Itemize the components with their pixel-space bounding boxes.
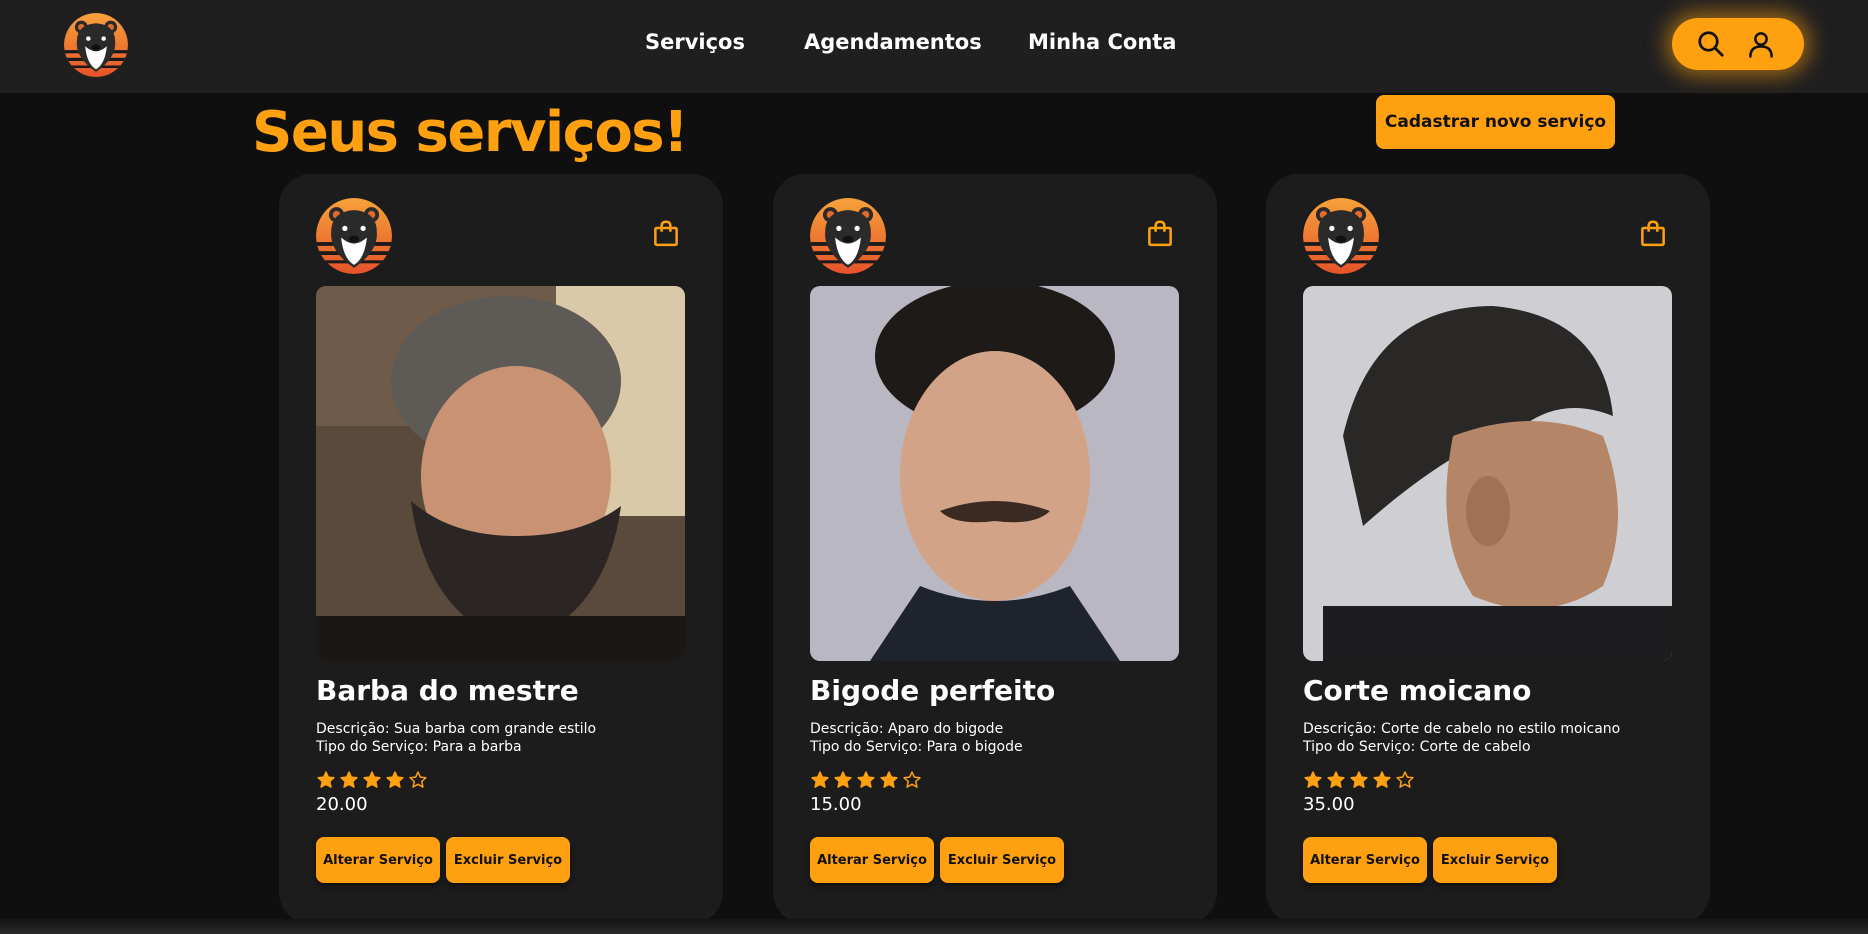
service-type: Tipo do Serviço: Para o bigode	[810, 739, 1023, 755]
search-icon[interactable]	[1696, 29, 1726, 59]
star-filled-icon	[857, 771, 875, 788]
navbar: Serviços Agendamentos Minha Conta	[0, 0, 1868, 93]
service-photo-beard	[316, 286, 685, 661]
bear-logo	[810, 198, 886, 274]
star-filled-icon	[834, 771, 852, 788]
star-filled-icon	[386, 771, 404, 788]
service-type: Tipo do Serviço: Para a barba	[316, 739, 522, 755]
service-description: Descrição: Corte de cabelo no estilo moi…	[1303, 721, 1621, 737]
star-filled-icon	[811, 771, 829, 788]
service-description: Descrição: Aparo do bigode	[810, 721, 1004, 737]
bear-logo	[1303, 198, 1379, 274]
alter-service-button[interactable]: Alterar Serviço	[810, 837, 934, 883]
star-filled-icon	[1304, 771, 1322, 788]
star-empty-icon	[903, 771, 921, 788]
service-price: 20.00	[316, 794, 368, 815]
service-card: Bigode perfeito Descrição: Aparo do bigo…	[773, 174, 1217, 924]
nav-link-agendamentos[interactable]: Agendamentos	[804, 30, 982, 54]
nav-link-servicos[interactable]: Serviços	[645, 30, 745, 54]
shopping-bag-icon[interactable]	[1638, 218, 1668, 248]
alter-service-button[interactable]: Alterar Serviço	[1303, 837, 1427, 883]
bottom-strip	[0, 919, 1868, 934]
service-type: Tipo do Serviço: Corte de cabelo	[1303, 739, 1531, 755]
alter-service-button[interactable]: Alterar Serviço	[316, 837, 440, 883]
star-filled-icon	[1350, 771, 1368, 788]
star-empty-icon	[409, 771, 427, 788]
service-photo-mohawk	[1303, 286, 1672, 661]
service-photo-mustache	[810, 286, 1179, 661]
delete-service-button[interactable]: Excluir Serviço	[446, 837, 570, 883]
star-filled-icon	[317, 771, 335, 788]
star-filled-icon	[340, 771, 358, 788]
star-empty-icon	[1396, 771, 1414, 788]
delete-service-button[interactable]: Excluir Serviço	[1433, 837, 1557, 883]
service-card: Corte moicano Descrição: Corte de cabelo…	[1266, 174, 1710, 924]
delete-service-button[interactable]: Excluir Serviço	[940, 837, 1064, 883]
star-filled-icon	[1373, 771, 1391, 788]
bear-logo	[316, 198, 392, 274]
service-title: Corte moicano	[1303, 674, 1532, 707]
service-title: Bigode perfeito	[810, 674, 1056, 707]
service-price: 15.00	[810, 794, 862, 815]
service-description: Descrição: Sua barba com grande estilo	[316, 721, 597, 737]
service-title: Barba do mestre	[316, 674, 579, 707]
service-card: Barba do mestre Descrição: Sua barba com…	[279, 174, 723, 924]
nav-icon-pill	[1672, 18, 1804, 70]
user-icon[interactable]	[1746, 29, 1776, 59]
star-filled-icon	[880, 771, 898, 788]
shopping-bag-icon[interactable]	[651, 218, 681, 248]
star-filled-icon	[363, 771, 381, 788]
bear-logo[interactable]	[64, 13, 128, 77]
star-filled-icon	[1327, 771, 1345, 788]
page-title: Seus serviços!	[252, 100, 689, 165]
shopping-bag-icon[interactable]	[1145, 218, 1175, 248]
add-service-button[interactable]: Cadastrar novo serviço	[1376, 95, 1615, 149]
service-price: 35.00	[1303, 794, 1355, 815]
nav-link-minha-conta[interactable]: Minha Conta	[1028, 30, 1176, 54]
